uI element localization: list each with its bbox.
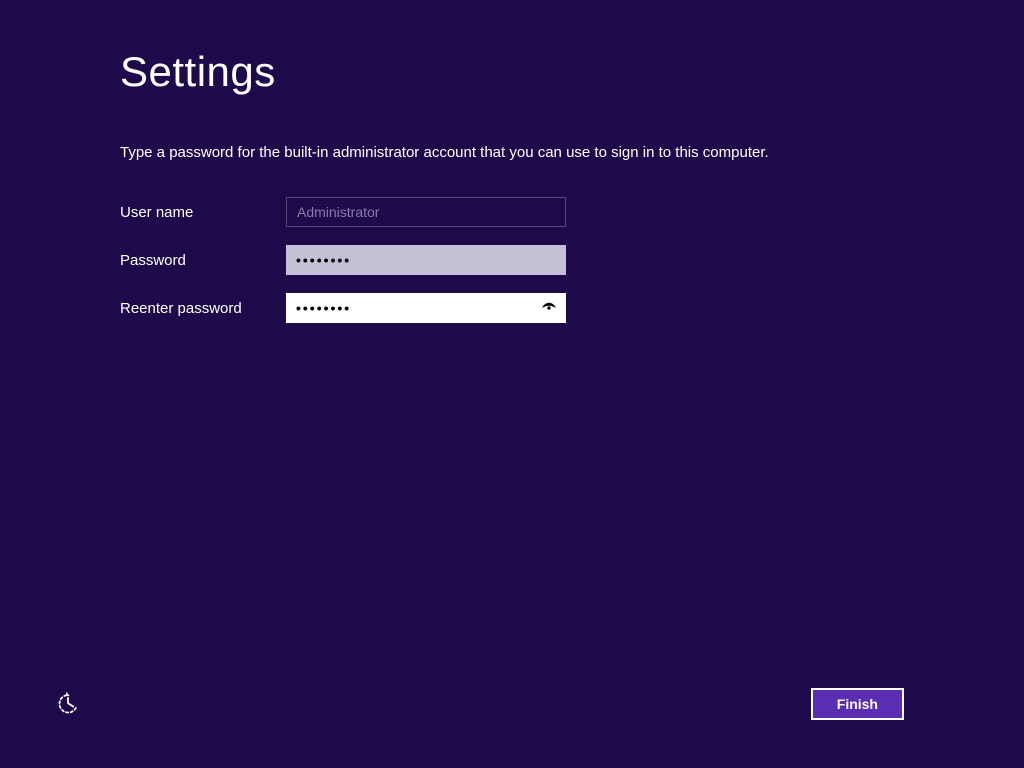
reenter-password-label: Reenter password bbox=[120, 300, 286, 317]
reveal-password-icon[interactable] bbox=[540, 299, 558, 317]
page-title: Settings bbox=[120, 48, 904, 96]
password-row: Password bbox=[120, 245, 904, 275]
password-label: Password bbox=[120, 252, 286, 269]
password-input[interactable] bbox=[286, 245, 566, 275]
instruction-text: Type a password for the built-in adminis… bbox=[120, 144, 904, 161]
reenter-password-input[interactable] bbox=[286, 293, 566, 323]
username-label: User name bbox=[120, 204, 286, 221]
ease-of-access-icon[interactable] bbox=[54, 690, 82, 718]
username-row: User name bbox=[120, 197, 904, 227]
finish-button[interactable]: Finish bbox=[811, 688, 904, 720]
username-input bbox=[286, 197, 566, 227]
reenter-password-row: Reenter password bbox=[120, 293, 904, 323]
